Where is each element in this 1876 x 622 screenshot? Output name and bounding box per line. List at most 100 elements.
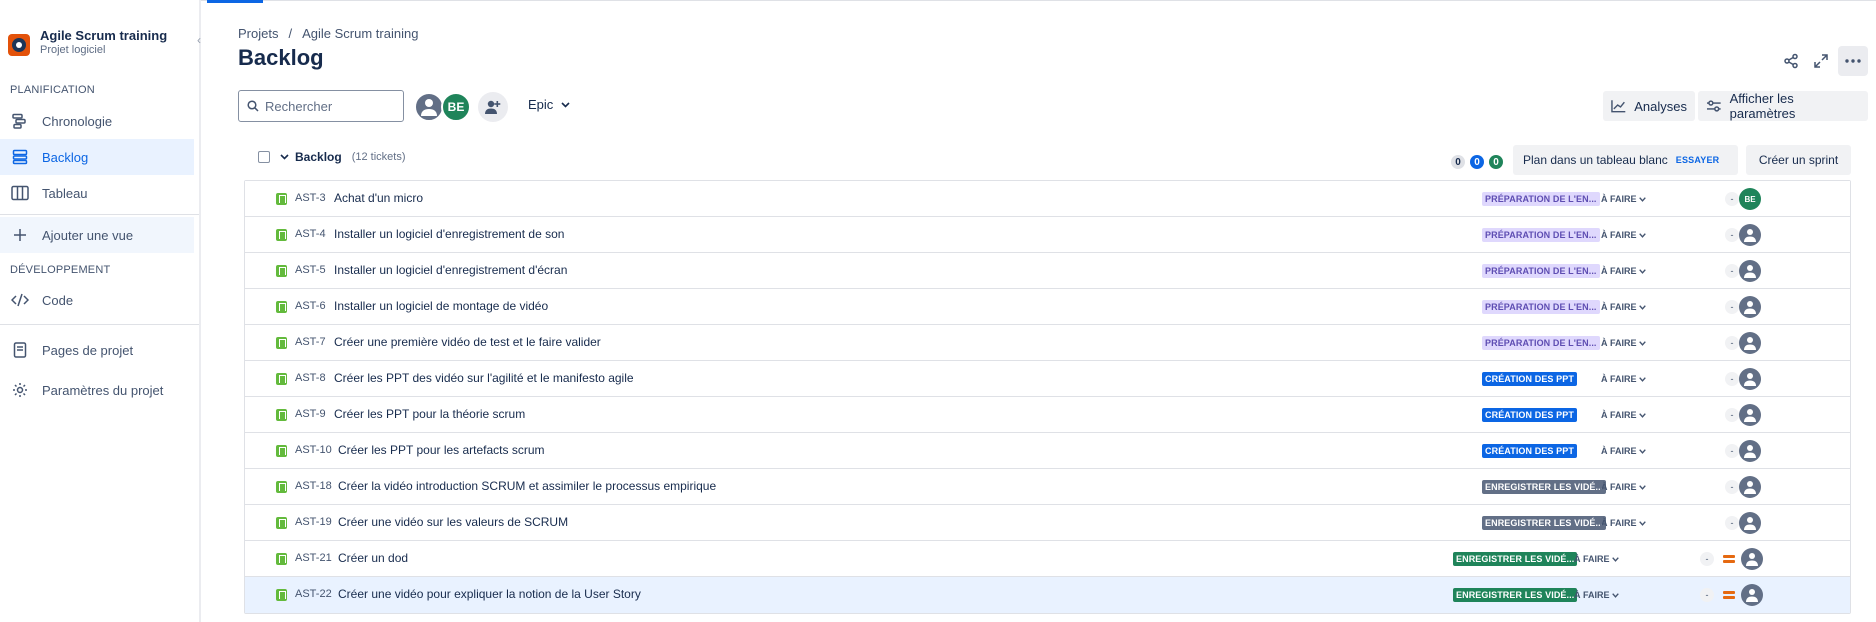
share-button[interactable] [1776, 46, 1806, 76]
issue-key[interactable]: AST-21 [295, 552, 332, 564]
view-settings-button[interactable]: Afficher les paramètres [1698, 91, 1868, 121]
issue-key[interactable]: AST-19 [295, 516, 332, 528]
epic-lozenge[interactable]: PRÉPARATION DE L'EN... [1482, 300, 1600, 314]
backlog-select-all-checkbox[interactable] [258, 151, 270, 163]
issue-summary[interactable]: Achat d'un micro [334, 191, 423, 205]
status-dropdown[interactable]: À FAIRE [1598, 372, 1649, 386]
issue-row[interactable]: AST-7 Créer une première vidéo de test et… [245, 325, 1850, 361]
status-dropdown[interactable]: À FAIRE [1598, 444, 1649, 458]
issue-key[interactable]: AST-6 [295, 300, 326, 312]
story-points-estimate[interactable]: - [1725, 228, 1739, 242]
sidebar-item-add-view[interactable]: Ajouter une vue [0, 217, 194, 253]
breadcrumb-project-link[interactable]: Agile Scrum training [302, 26, 418, 41]
epic-lozenge[interactable]: PRÉPARATION DE L'EN... [1482, 264, 1600, 278]
sidebar-item-timeline[interactable]: Chronologie [0, 103, 194, 139]
sidebar-item-code[interactable]: Code [0, 282, 194, 318]
issue-key[interactable]: AST-10 [295, 444, 332, 456]
fullscreen-button[interactable] [1806, 46, 1836, 76]
status-dropdown[interactable]: À FAIRE [1571, 552, 1622, 566]
story-points-estimate[interactable]: - [1725, 264, 1739, 278]
plan-whiteboard-button[interactable]: Plan dans un tableau blanc ESSAYER [1513, 145, 1738, 175]
issue-row[interactable]: AST-21 Créer un dod ENREGISTRER LES VIDÉ..… [245, 541, 1850, 577]
issue-key[interactable]: AST-18 [295, 480, 332, 492]
more-actions-button[interactable] [1838, 46, 1868, 76]
issue-summary[interactable]: Créer les PPT des vidéo sur l'agilité et… [334, 371, 634, 385]
story-points-estimate[interactable]: - [1725, 192, 1739, 206]
issue-row[interactable]: AST-18 Créer la vidéo introduction SCRUM … [245, 469, 1850, 505]
unassigned-avatar[interactable] [1739, 296, 1761, 318]
unassigned-avatar[interactable] [1739, 368, 1761, 390]
create-sprint-button[interactable]: Créer un sprint [1746, 145, 1851, 175]
issue-summary[interactable]: Créer la vidéo introduction SCRUM et ass… [338, 479, 716, 493]
issue-summary[interactable]: Créer une vidéo pour expliquer la notion… [338, 587, 641, 601]
issue-row[interactable]: AST-10 Créer les PPT pour les artefacts s… [245, 433, 1850, 469]
status-dropdown[interactable]: À FAIRE [1598, 336, 1649, 350]
unassigned-avatar[interactable] [1739, 476, 1761, 498]
unassigned-avatar[interactable] [1739, 440, 1761, 462]
unassigned-avatar[interactable] [1739, 332, 1761, 354]
story-points-estimate[interactable]: - [1725, 408, 1739, 422]
status-dropdown[interactable]: À FAIRE [1598, 264, 1649, 278]
epic-lozenge[interactable]: CRÉATION DES PPT [1482, 372, 1577, 386]
issue-row[interactable]: AST-19 Créer une vidéo sur les valeurs de… [245, 505, 1850, 541]
issue-summary[interactable]: Installer un logiciel de montage de vidé… [334, 299, 548, 313]
story-points-estimate[interactable]: - [1725, 516, 1739, 530]
issue-summary[interactable]: Créer une vidéo sur les valeurs de SCRUM [338, 515, 568, 529]
issue-key[interactable]: AST-22 [295, 588, 332, 600]
issue-row[interactable]: AST-6 Installer un logiciel de montage de… [245, 289, 1850, 325]
issue-summary[interactable]: Créer un dod [338, 551, 408, 565]
issue-key[interactable]: AST-4 [295, 228, 326, 240]
epic-lozenge[interactable]: ENREGISTRER LES VIDÉ... [1482, 480, 1607, 494]
status-dropdown[interactable]: À FAIRE [1598, 228, 1649, 242]
issue-key[interactable]: AST-5 [295, 264, 326, 276]
story-points-estimate[interactable]: - [1700, 552, 1714, 566]
issue-row[interactable]: AST-4 Installer un logiciel d'enregistrem… [245, 217, 1850, 253]
issue-row[interactable]: AST-8 Créer les PPT des vidéo sur l'agili… [245, 361, 1850, 397]
issue-row[interactable]: AST-9 Créer les PPT pour la théorie scrum… [245, 397, 1850, 433]
issue-key[interactable]: AST-7 [295, 336, 326, 348]
avatar-filter-be[interactable]: BE [441, 92, 471, 122]
unassigned-avatar[interactable] [1739, 260, 1761, 282]
unassigned-avatar[interactable] [1739, 512, 1761, 534]
epic-lozenge[interactable]: ENREGISTRER LES VIDÉ... [1482, 516, 1607, 530]
story-points-estimate[interactable]: - [1725, 300, 1739, 314]
unassigned-avatar[interactable] [1741, 548, 1763, 570]
status-dropdown[interactable]: À FAIRE [1598, 516, 1649, 530]
issue-summary[interactable]: Créer les PPT pour la théorie scrum [334, 407, 525, 421]
collapse-sidebar-icon[interactable]: ‹ [197, 33, 201, 47]
status-dropdown[interactable]: À FAIRE [1598, 300, 1649, 314]
analytics-button[interactable]: Analyses [1603, 91, 1695, 121]
add-people-button[interactable] [478, 92, 508, 122]
unassigned-avatar[interactable] [1741, 584, 1763, 606]
issue-row[interactable]: AST-5 Installer un logiciel d'enregistrem… [245, 253, 1850, 289]
epic-filter-dropdown[interactable]: Epic [528, 97, 570, 112]
story-points-estimate[interactable]: - [1725, 372, 1739, 386]
epic-lozenge[interactable]: PRÉPARATION DE L'EN... [1482, 192, 1600, 206]
epic-lozenge[interactable]: PRÉPARATION DE L'EN... [1482, 336, 1600, 350]
issue-row[interactable]: AST-3 Achat d'un micro PRÉPARATION DE L'EN… [245, 181, 1850, 217]
issue-row[interactable]: AST-22 Créer une vidéo pour expliquer la … [245, 577, 1850, 613]
story-points-estimate[interactable]: - [1700, 588, 1714, 602]
issue-summary[interactable]: Créer une première vidéo de test et le f… [334, 335, 601, 349]
assignee-avatar[interactable]: BE [1739, 188, 1761, 210]
sidebar-item-backlog[interactable]: Backlog [0, 139, 194, 175]
issue-key[interactable]: AST-3 [295, 192, 326, 204]
status-dropdown[interactable]: À FAIRE [1571, 588, 1622, 602]
project-header[interactable]: Agile Scrum training Projet logiciel [8, 28, 167, 56]
issue-summary[interactable]: Installer un logiciel d'enregistrement d… [334, 263, 567, 277]
chevron-down-icon[interactable] [280, 154, 289, 160]
issue-key[interactable]: AST-8 [295, 372, 326, 384]
breadcrumb-projects-link[interactable]: Projets [238, 26, 278, 41]
epic-lozenge[interactable]: ENREGISTRER LES VIDÉ... [1453, 552, 1578, 566]
story-points-estimate[interactable]: - [1725, 444, 1739, 458]
unassigned-avatar[interactable] [1739, 224, 1761, 246]
sidebar-item-pages[interactable]: Pages de projet [0, 332, 194, 368]
status-dropdown[interactable]: À FAIRE [1598, 408, 1649, 422]
search-input[interactable]: Rechercher [238, 90, 404, 122]
epic-lozenge[interactable]: CRÉATION DES PPT [1482, 408, 1577, 422]
issue-key[interactable]: AST-9 [295, 408, 326, 420]
epic-lozenge[interactable]: CRÉATION DES PPT [1482, 444, 1577, 458]
issue-summary[interactable]: Installer un logiciel d'enregistrement d… [334, 227, 564, 241]
status-dropdown[interactable]: À FAIRE [1598, 192, 1649, 206]
unassigned-avatar[interactable] [1739, 404, 1761, 426]
